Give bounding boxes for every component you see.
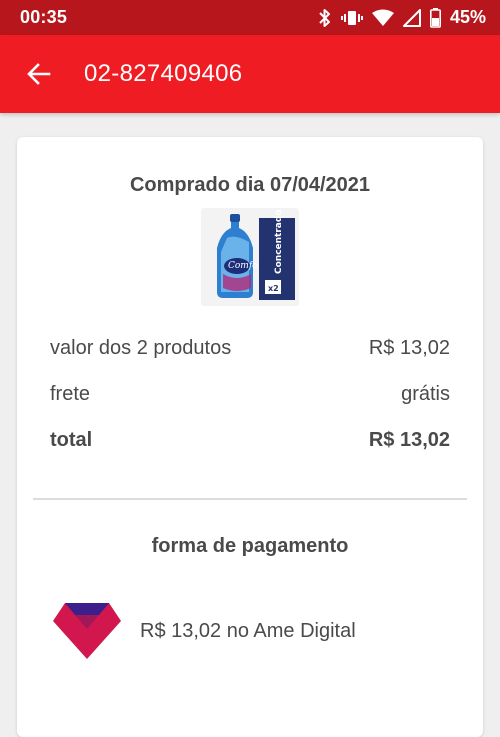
summary-label: total — [50, 429, 93, 451]
order-details-card: Comprado dia 07/04/2021 Comfort Concentr… — [17, 137, 483, 737]
bluetooth-icon — [319, 8, 330, 27]
summary-label: valor dos 2 produtos — [50, 337, 232, 359]
svg-text:x2: x2 — [268, 284, 279, 293]
summary-value: grátis — [401, 383, 450, 405]
status-icons: 45% — [318, 7, 486, 28]
order-number-title: 02-827409406 — [84, 60, 243, 87]
svg-text:Concentrado: Concentrado — [274, 210, 284, 274]
battery-percent: 45% — [449, 7, 486, 27]
summary-row-shipping: frete grátis — [50, 383, 450, 406]
summary-value: R$ 13,02 — [368, 337, 450, 359]
vibrate-icon — [340, 10, 363, 25]
wifi-icon — [371, 9, 394, 26]
arrow-left-icon — [27, 63, 51, 85]
summary-label: frete — [50, 383, 91, 405]
summary-row-products: valor dos 2 produtos R$ 13,02 — [50, 337, 450, 360]
product-thumbnail[interactable]: Comfort Concentrado x2 — [201, 208, 299, 306]
back-button[interactable] — [0, 35, 78, 113]
payment-method-text: R$ 13,02 no Ame Digital — [140, 619, 356, 642]
battery-icon — [429, 7, 441, 28]
payment-method: R$ 13,02 no Ame Digital — [51, 601, 356, 661]
purchase-date: Comprado dia 07/04/2021 — [129, 174, 371, 196]
summary-row-total: total R$ 13,02 — [50, 429, 450, 452]
signal-icon — [402, 8, 421, 27]
app-bar: 02-827409406 — [0, 35, 500, 113]
ame-digital-logo — [53, 603, 121, 659]
fabric-softener-image: Comfort Concentrado x2 — [217, 210, 295, 300]
divider — [33, 498, 467, 500]
payment-section-title: forma de pagamento — [151, 535, 349, 557]
summary-value: R$ 13,02 — [368, 429, 450, 451]
status-bar: 00:35 45% — [0, 0, 500, 35]
status-time: 00:35 — [20, 7, 68, 27]
